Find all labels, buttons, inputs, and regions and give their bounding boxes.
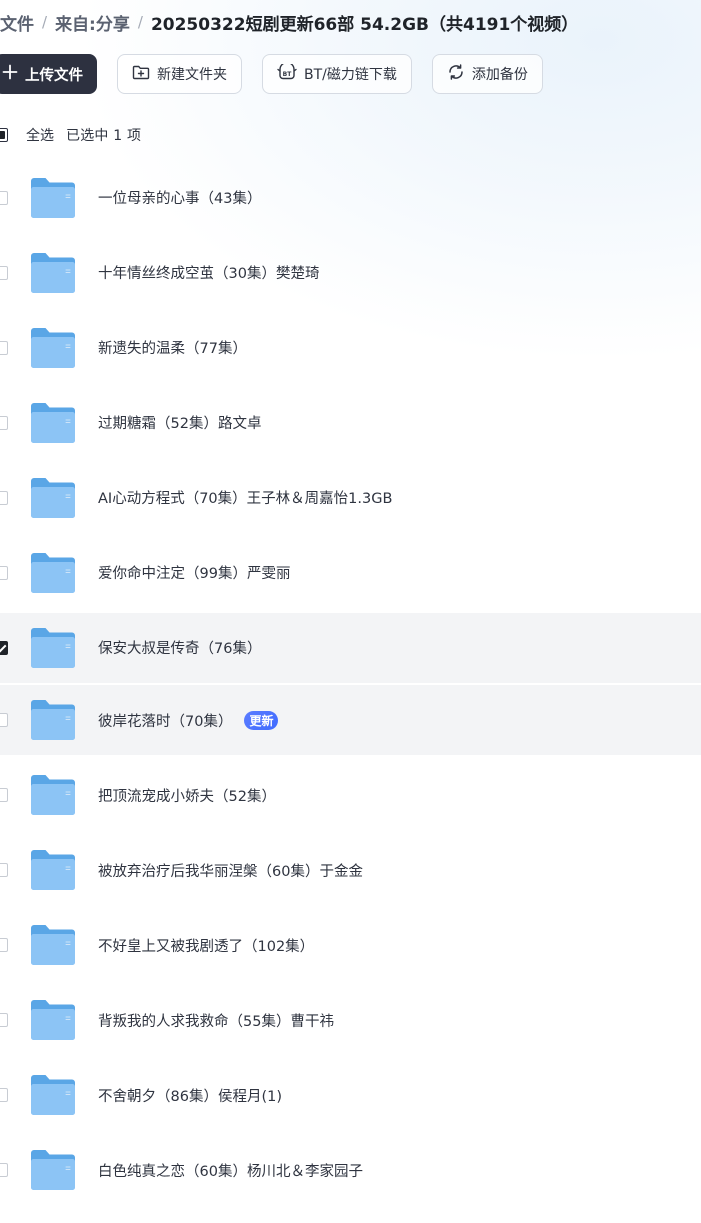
file-name-text: 一位母亲的心事（43集） xyxy=(98,191,262,207)
file-name[interactable]: 一位母亲的心事（43集） xyxy=(98,187,261,208)
selection-bar: 全选 已选中 1 项 xyxy=(0,124,141,146)
selected-count: 已选中 1 项 xyxy=(66,128,142,144)
file-name[interactable]: 过期糖霜（52集）路文卓 xyxy=(98,412,261,433)
file-row[interactable]: AI心动方程式（70集）王子林＆周嘉怡1.3GB xyxy=(0,460,701,535)
breadcrumb-root[interactable]: 文件 xyxy=(0,10,34,35)
file-name[interactable]: 白色纯真之恋（60集）杨川北＆李家园子 xyxy=(98,1160,363,1181)
file-name-text: 把顶流宠成小娇夫（52集） xyxy=(98,788,276,805)
folder-icon xyxy=(30,627,76,669)
file-row[interactable]: 十年情丝终成空茧（30集）樊楚琦 xyxy=(0,235,701,310)
breadcrumb-current-folder: 20250322短剧更新66部 54.2GB（共4191个视频） xyxy=(150,14,579,35)
row-checkbox[interactable] xyxy=(0,863,8,877)
file-row[interactable]: 不好皇上又被我剧透了（102集） xyxy=(0,908,701,983)
add-backup-button[interactable]: 添加备份 xyxy=(431,54,543,94)
file-name[interactable]: 新遗失的温柔（77集） xyxy=(98,337,247,358)
breadcrumb-source-label: 来自: xyxy=(55,14,96,35)
file-name-text: 保安大叔是传奇（76集） xyxy=(98,641,262,657)
folder-icon xyxy=(30,999,76,1041)
file-name-text: 新遗失的温柔（77集） xyxy=(98,341,247,357)
file-row[interactable]: 保安大叔是传奇（76集） xyxy=(0,612,701,683)
row-checkbox[interactable] xyxy=(0,265,8,280)
select-all-label[interactable]: 全选 xyxy=(26,125,54,145)
folder-icon xyxy=(30,552,76,594)
toolbar: 上传文件 新建文件夹 BT BT/磁力链下载 添加备份 xyxy=(0,54,543,94)
row-checkbox[interactable] xyxy=(0,788,8,802)
folder-icon xyxy=(30,327,76,369)
file-name-text: 被放弃治疗后我华丽涅槃（60集）于金金 xyxy=(98,863,363,880)
bt-magnet-download-button[interactable]: BT BT/磁力链下载 xyxy=(262,54,412,94)
file-name[interactable]: 把顶流宠成小娇夫（52集） xyxy=(98,785,276,806)
file-name-text: 十年情丝终成空茧（30集）樊楚琦 xyxy=(98,266,320,282)
folder-icon xyxy=(30,1074,76,1116)
add-backup-label: 添加备份 xyxy=(471,67,528,83)
breadcrumb-separator: / xyxy=(42,13,48,31)
new-folder-button-label: 新建文件夹 xyxy=(157,67,227,83)
upload-button-label: 上传文件 xyxy=(25,67,83,84)
file-row[interactable]: 彼岸花落时（70集） 更新 xyxy=(0,685,701,755)
select-all-checkbox[interactable] xyxy=(0,128,8,142)
file-name-text: 过期糖霜（52集）路文卓 xyxy=(98,416,262,432)
file-row[interactable]: 一位母亲的心事（43集） xyxy=(0,160,701,235)
file-name-text: 白色纯真之恋（60集）杨川北＆李家园子 xyxy=(98,1163,363,1180)
breadcrumb-source[interactable]: 分享 xyxy=(96,10,130,35)
row-checkbox[interactable] xyxy=(0,1013,8,1027)
file-name[interactable]: 背叛我的人求我救命（55集）曹干祎 xyxy=(98,1010,334,1031)
file-name-text: 不好皇上又被我剧透了（102集） xyxy=(98,938,315,955)
file-name-text: 彼岸花落时（70集） xyxy=(98,713,233,730)
file-name[interactable]: 不好皇上又被我剧透了（102集） xyxy=(98,935,314,956)
folder-icon xyxy=(30,1149,76,1191)
row-checkbox[interactable] xyxy=(0,640,8,655)
sync-icon xyxy=(447,63,465,85)
bt-icon: BT xyxy=(277,61,297,84)
row-checkbox[interactable] xyxy=(0,190,8,205)
file-name-text: 背叛我的人求我救命（55集）曹干祎 xyxy=(98,1013,334,1030)
file-row[interactable]: 把顶流宠成小娇夫（52集） xyxy=(0,758,701,833)
update-badge: 更新 xyxy=(244,710,279,730)
new-folder-button[interactable]: 新建文件夹 xyxy=(117,54,242,94)
file-row[interactable]: 被放弃治疗后我华丽涅槃（60集）于金金 xyxy=(0,833,701,908)
file-name[interactable]: 十年情丝终成空茧（30集）樊楚琦 xyxy=(98,262,319,283)
row-checkbox[interactable] xyxy=(0,415,8,430)
folder-icon xyxy=(30,849,76,891)
file-name[interactable]: 不舍朝夕（86集）侯程月(1) xyxy=(98,1085,282,1106)
file-name-text: 不舍朝夕（86集）侯程月(1) xyxy=(98,1088,282,1105)
file-row[interactable]: 过期糖霜（52集）路文卓 xyxy=(0,385,701,460)
file-row[interactable]: 背叛我的人求我救命（55集）曹干祎 xyxy=(0,983,701,1058)
file-row[interactable]: 不舍朝夕（86集）侯程月(1) xyxy=(0,1058,701,1133)
row-checkbox[interactable] xyxy=(0,340,8,355)
folder-icon xyxy=(30,477,76,519)
folder-icon xyxy=(30,402,76,444)
row-checkbox[interactable] xyxy=(0,490,8,505)
row-checkbox[interactable] xyxy=(0,713,8,727)
upload-button[interactable]: 上传文件 xyxy=(0,54,97,94)
file-name[interactable]: 被放弃治疗后我华丽涅槃（60集）于金金 xyxy=(98,860,363,881)
plus-icon xyxy=(2,64,18,84)
file-name[interactable]: AI心动方程式（70集）王子林＆周嘉怡1.3GB xyxy=(98,487,392,508)
file-name[interactable]: 保安大叔是传奇（76集） xyxy=(98,637,261,658)
breadcrumb-separator: / xyxy=(137,13,143,31)
file-name-text: 爱你命中注定（99集）严雯丽 xyxy=(98,566,291,582)
folder-icon xyxy=(30,774,76,816)
row-checkbox[interactable] xyxy=(0,565,8,580)
file-row[interactable]: 白色纯真之恋（60集）杨川北＆李家园子 xyxy=(0,1133,701,1208)
bt-magnet-download-label: BT/磁力链下载 xyxy=(304,67,397,83)
new-folder-icon xyxy=(132,64,150,84)
folder-icon xyxy=(30,699,76,741)
row-checkbox[interactable] xyxy=(0,1163,8,1177)
file-list: 一位母亲的心事（43集） 十年情丝终成空茧（30集）樊楚琦 新遗失的温柔（77集） 过… xyxy=(0,160,701,1208)
file-row[interactable]: 爱你命中注定（99集）严雯丽 xyxy=(0,535,701,610)
row-checkbox[interactable] xyxy=(0,1088,8,1102)
file-name-text: AI心动方程式（70集）王子林＆周嘉怡1.3GB xyxy=(98,491,393,507)
breadcrumb: 文件 / 来自: 分享 / 20250322短剧更新66部 54.2GB（共41… xyxy=(0,8,578,36)
folder-icon xyxy=(30,924,76,966)
svg-text:BT: BT xyxy=(283,71,293,78)
folder-icon xyxy=(30,252,76,294)
file-name[interactable]: 爱你命中注定（99集）严雯丽 xyxy=(98,562,290,583)
row-checkbox[interactable] xyxy=(0,938,8,952)
file-name[interactable]: 彼岸花落时（70集） 更新 xyxy=(98,710,279,731)
folder-icon xyxy=(30,177,76,219)
file-row[interactable]: 新遗失的温柔（77集） xyxy=(0,310,701,385)
